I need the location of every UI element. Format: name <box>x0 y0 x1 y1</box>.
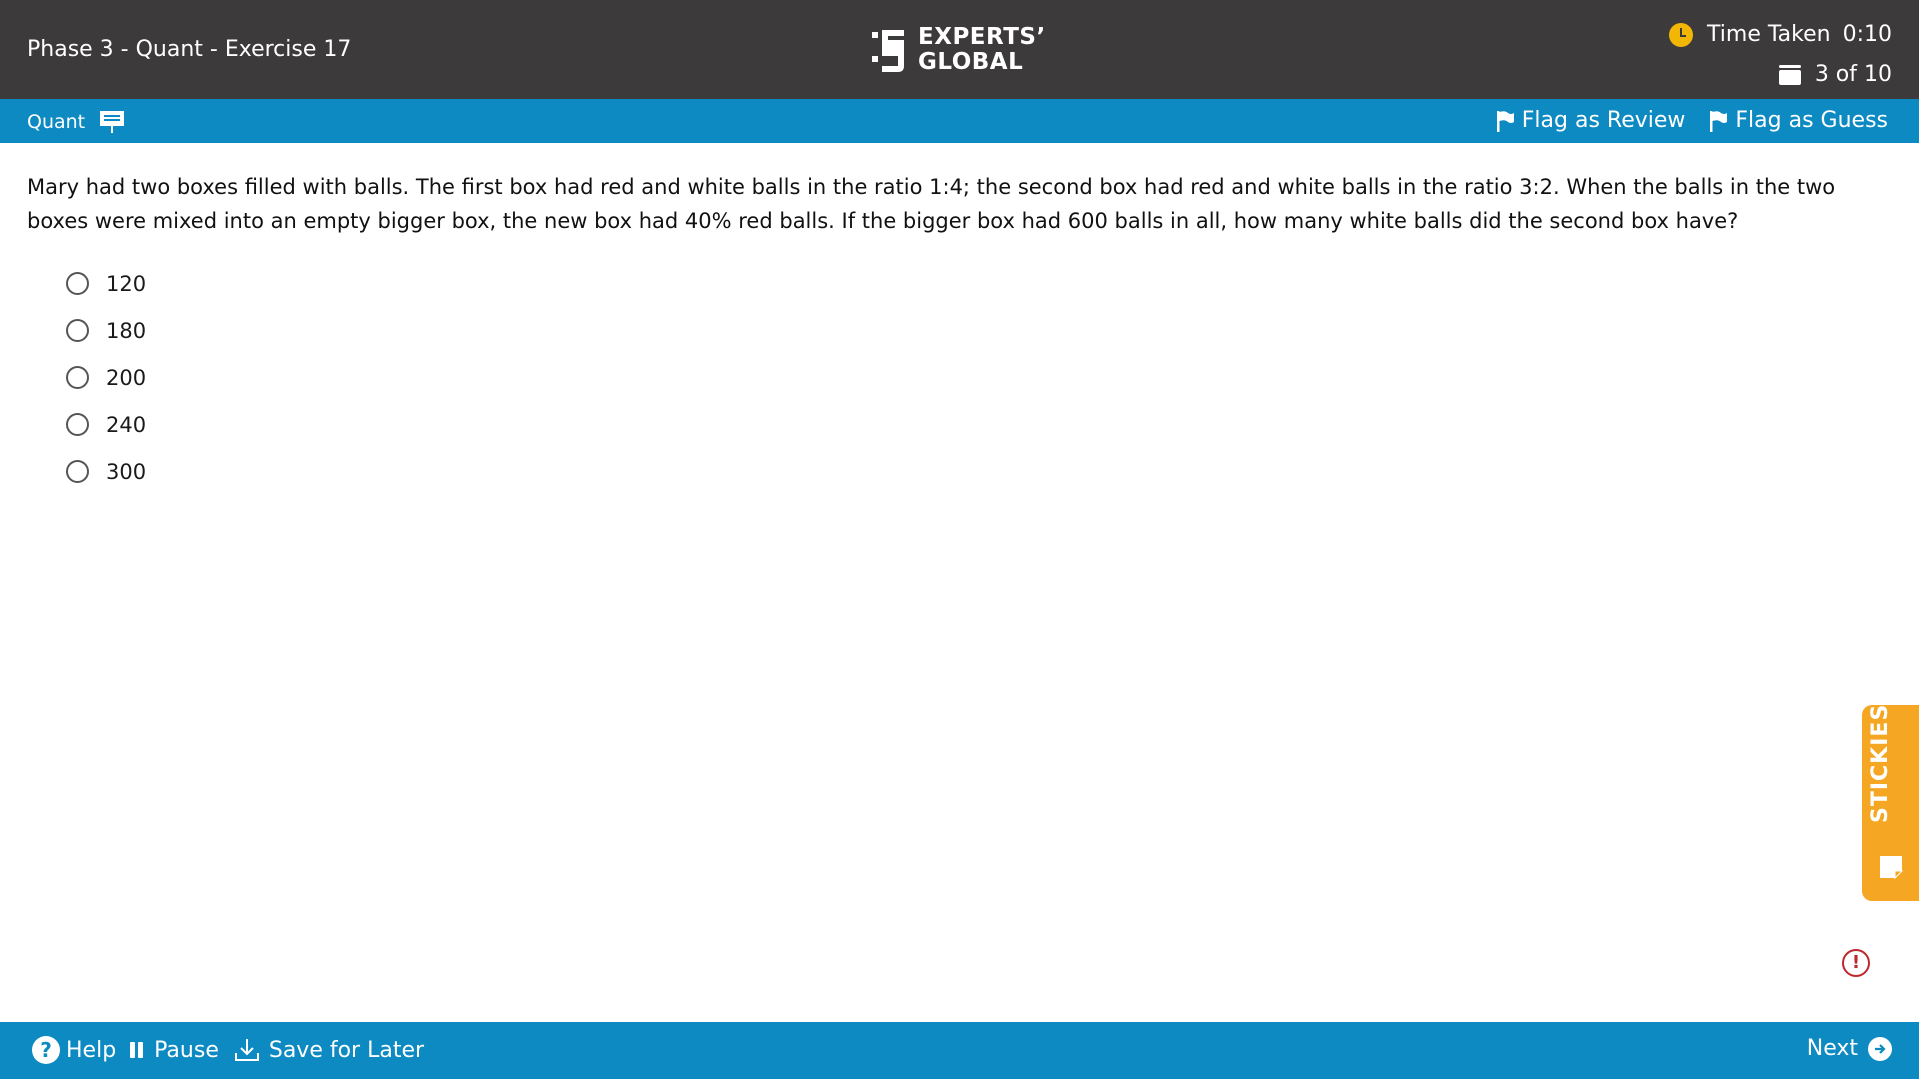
question-stack-icon <box>1778 64 1801 85</box>
exercise-title: Phase 3 - Quant - Exercise 17 <box>27 37 352 62</box>
radio-button[interactable] <box>66 366 89 389</box>
save-for-later-button[interactable]: Save for Later <box>233 1036 424 1064</box>
next-label: Next <box>1806 1036 1858 1061</box>
answer-options: 120 180 200 240 300 <box>66 260 146 495</box>
pause-button[interactable]: Pause <box>130 1038 219 1063</box>
arrow-right-icon <box>1868 1036 1892 1061</box>
download-icon <box>234 1039 259 1061</box>
section-name: Quant <box>27 111 86 133</box>
logo-mark-icon <box>872 30 904 72</box>
answer-option-label: 180 <box>106 318 147 343</box>
answer-option[interactable]: 180 <box>66 307 146 354</box>
alert-icon[interactable]: ! <box>1842 949 1870 977</box>
flag-guess-label: Flag as Guess <box>1735 108 1888 133</box>
radio-button[interactable] <box>66 413 89 436</box>
time-value: 0:10 <box>1842 22 1892 47</box>
answer-option-label: 300 <box>106 459 147 484</box>
section-selector[interactable]: Quant <box>27 110 125 134</box>
radio-button[interactable] <box>66 272 89 295</box>
question-counter-text: 3 of 10 <box>1814 62 1892 87</box>
flag-as-guess-button[interactable]: Flag as Guess <box>1709 108 1888 133</box>
question-counter: 3 of 10 <box>1778 62 1892 87</box>
answer-option-label: 120 <box>106 271 147 296</box>
header-bar: Phase 3 - Quant - Exercise 17 EXPERTS’ G… <box>0 0 1919 99</box>
answer-option[interactable]: 240 <box>66 401 146 448</box>
stickies-label: STICKIES <box>1868 703 1893 823</box>
footer-bar: ? Help Pause Save for Later Next <box>0 1022 1919 1079</box>
help-icon: ? <box>32 1036 60 1064</box>
experts-global-logo: EXPERTS’ GLOBAL <box>870 24 1046 76</box>
next-button[interactable]: Next <box>1807 1036 1892 1061</box>
pause-label: Pause <box>154 1037 219 1063</box>
answer-option-label: 240 <box>106 412 147 437</box>
save-for-later-label: Save for Later <box>268 1037 425 1063</box>
answer-option[interactable]: 300 <box>66 448 146 495</box>
answer-option[interactable]: 200 <box>66 354 146 401</box>
sticky-note-icon <box>1880 856 1904 880</box>
help-label: Help <box>66 1037 117 1063</box>
answer-option-label: 200 <box>106 365 147 390</box>
pause-icon <box>130 1042 144 1058</box>
radio-button[interactable] <box>66 319 89 342</box>
clock-icon <box>1669 22 1694 47</box>
whiteboard-icon[interactable] <box>99 110 125 134</box>
flag-as-review-button[interactable]: Flag as Review <box>1496 108 1686 133</box>
stickies-tab[interactable]: STICKIES <box>1862 703 1919 901</box>
flag-review-label: Flag as Review <box>1521 108 1686 133</box>
logo-line-1: EXPERTS’ <box>918 24 1046 50</box>
section-bar: Quant Flag as Review Flag as Guess <box>0 99 1919 143</box>
radio-button[interactable] <box>66 460 89 483</box>
time-taken: Time Taken 0:10 <box>1669 22 1892 47</box>
question-text: Mary had two boxes filled with balls. Th… <box>27 175 1836 233</box>
time-label: Time Taken <box>1707 22 1831 47</box>
help-button[interactable]: ? Help <box>32 1036 116 1064</box>
answer-option[interactable]: 120 <box>66 260 146 307</box>
logo-line-2: GLOBAL <box>918 49 1024 75</box>
flag-icon <box>1496 110 1514 132</box>
flag-icon <box>1710 110 1728 132</box>
